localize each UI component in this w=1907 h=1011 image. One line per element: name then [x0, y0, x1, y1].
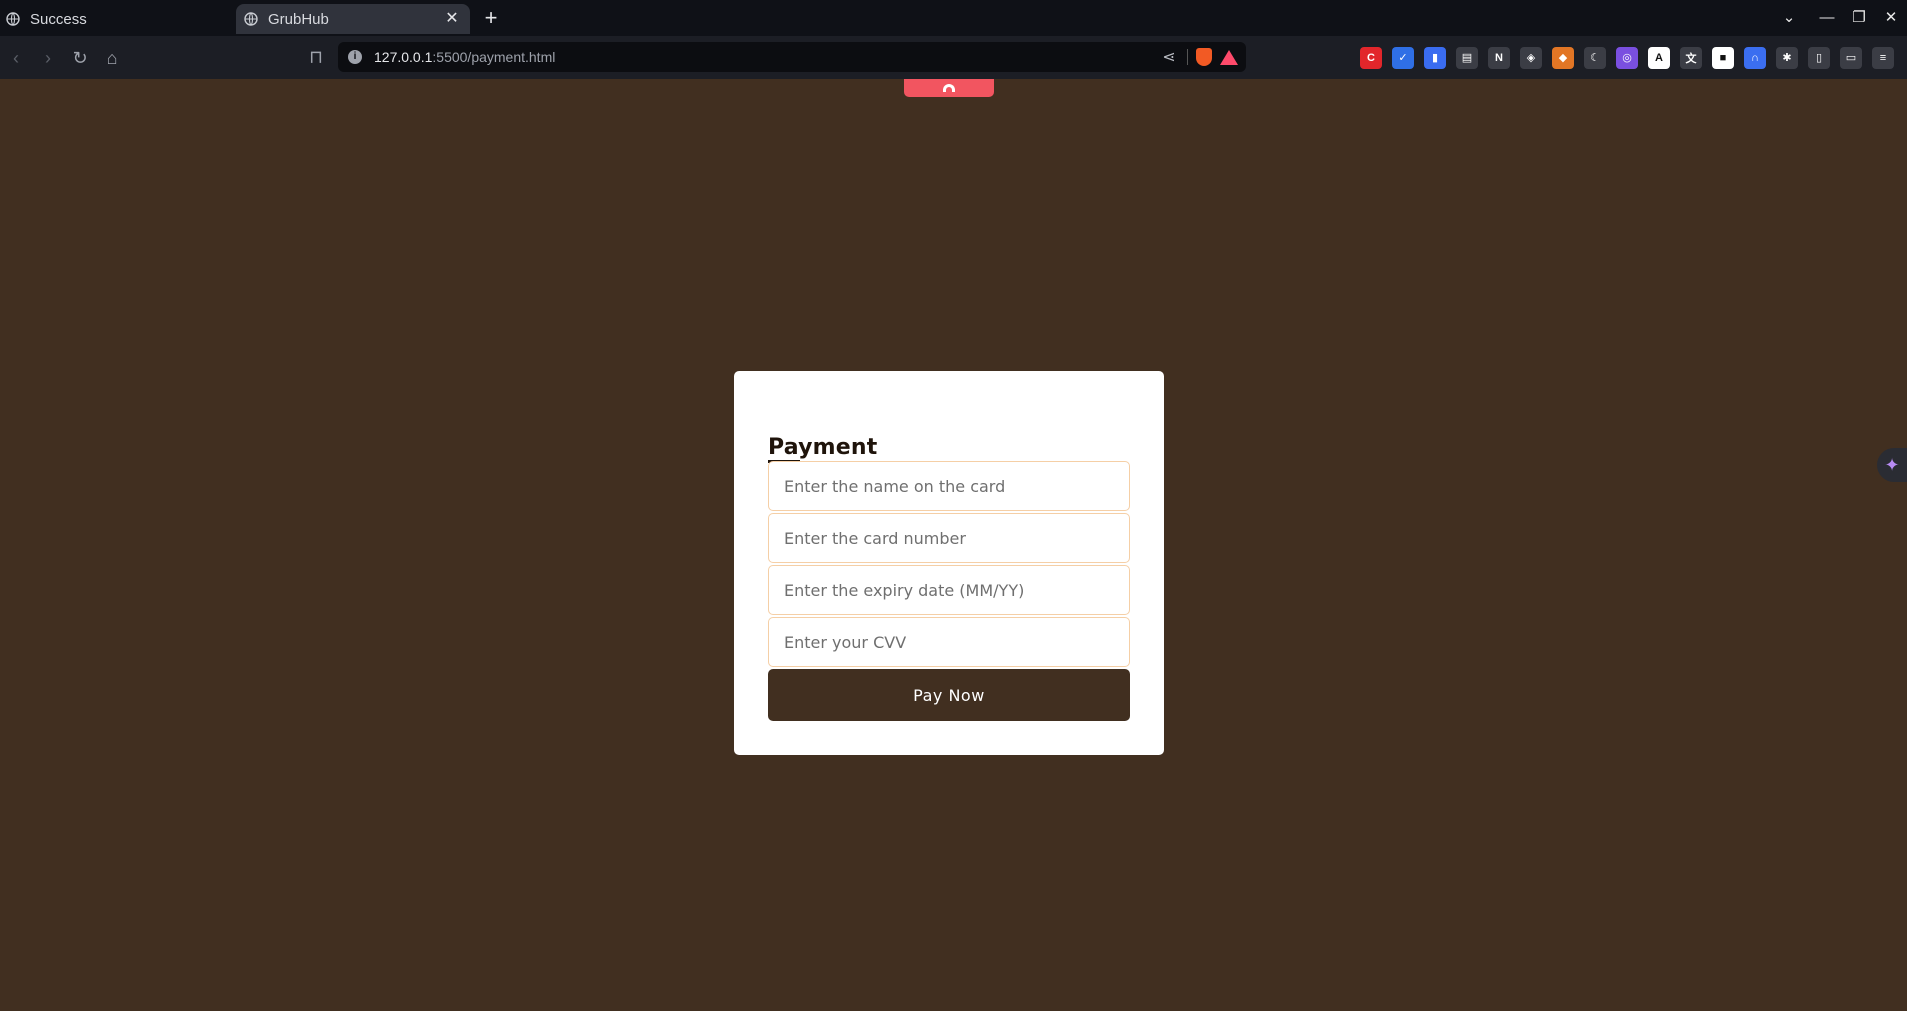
forward-button[interactable]: › — [32, 42, 64, 74]
home-button[interactable]: ⌂ — [96, 42, 128, 74]
extensions-row: C ✓ ▮ ▤ N ◈ ◆ ☾ ◎ A 文 ■ ∩ ✱ ▯ ▭ ≡ — [1360, 36, 1894, 79]
new-tab-button[interactable]: + — [476, 3, 506, 33]
tab-strip: Success GrubHub ✕ + ⌄ — ❐ ✕ — [0, 0, 1907, 36]
tab-grubhub[interactable]: GrubHub ✕ — [236, 4, 470, 34]
minimize-icon[interactable]: — — [1811, 3, 1843, 33]
sparkle-icon[interactable]: ✦ — [1877, 448, 1907, 482]
ext-square-icon[interactable]: ■ — [1712, 46, 1734, 69]
close-window-icon[interactable]: ✕ — [1875, 3, 1907, 33]
ext-blue-check-icon[interactable]: ✓ — [1392, 46, 1414, 69]
pay-now-button[interactable]: Pay Now — [768, 669, 1130, 721]
site-info-icon[interactable]: i — [348, 50, 362, 64]
cvv-field[interactable] — [768, 617, 1130, 667]
ext-metamask-icon[interactable]: ◆ — [1552, 46, 1574, 69]
close-tab-icon[interactable]: ✕ — [442, 9, 462, 29]
url-host: 127.0.0.1 — [374, 49, 433, 65]
ext-menu-icon[interactable]: ≡ — [1872, 46, 1894, 69]
card-number-field[interactable] — [768, 513, 1130, 563]
share-icon[interactable]: ⋖ — [1159, 47, 1179, 67]
ext-a-circle-icon[interactable]: A — [1648, 46, 1670, 69]
ext-puzzle-icon[interactable]: ✱ — [1776, 46, 1798, 69]
ext-moon-icon[interactable]: ☾ — [1584, 46, 1606, 69]
address-bar[interactable]: i 127.0.0.1:5500/payment.html ⋖ — [338, 42, 1246, 72]
browser-toolbar: ‹ › ↻ ⌂ ⊓ i 127.0.0.1:5500/payment.html … — [0, 36, 1907, 79]
reload-button[interactable]: ↻ — [64, 42, 96, 74]
url-path: :5500/payment.html — [432, 49, 556, 65]
tab-title: GrubHub — [268, 10, 329, 28]
restore-icon[interactable]: ❐ — [1843, 3, 1875, 33]
window-controls: ⌄ — ❐ ✕ — [1773, 0, 1907, 36]
tab-success[interactable]: Success — [0, 4, 230, 34]
ext-red-c-icon[interactable]: C — [1360, 46, 1382, 69]
tab-title: Success — [30, 10, 87, 28]
expiry-date-field[interactable] — [768, 565, 1130, 615]
address-bar-actions: ⋖ — [1159, 42, 1238, 72]
page-title: Payment — [768, 435, 878, 460]
ext-text-icon[interactable]: 文 — [1680, 46, 1702, 69]
ext-wallet-icon[interactable]: ▭ — [1840, 46, 1862, 69]
bookmark-icon[interactable]: ⊓ — [300, 41, 332, 73]
brave-rewards-icon[interactable] — [1220, 49, 1238, 65]
payment-card: Payment Pay Now — [734, 371, 1164, 755]
tab-list-chevron-icon[interactable]: ⌄ — [1773, 3, 1805, 33]
arch-icon — [943, 84, 955, 92]
ext-color-ring-icon[interactable]: ◎ — [1616, 46, 1638, 69]
ext-notion-icon[interactable]: N — [1488, 46, 1510, 69]
card-name-field[interactable] — [768, 461, 1130, 511]
ext-cube-icon[interactable]: ◈ — [1520, 46, 1542, 69]
top-notification-tab[interactable] — [904, 79, 994, 97]
ext-sidebar-icon[interactable]: ▯ — [1808, 46, 1830, 69]
globe-icon — [6, 12, 20, 26]
divider — [1187, 49, 1188, 65]
brave-shields-icon[interactable] — [1196, 48, 1212, 66]
back-button[interactable]: ‹ — [0, 42, 32, 74]
ext-notebook-icon[interactable]: ▤ — [1456, 46, 1478, 69]
globe-icon — [244, 12, 258, 26]
ext-blue-bookmark-icon[interactable]: ▮ — [1424, 46, 1446, 69]
ext-arch-icon[interactable]: ∩ — [1744, 46, 1766, 69]
